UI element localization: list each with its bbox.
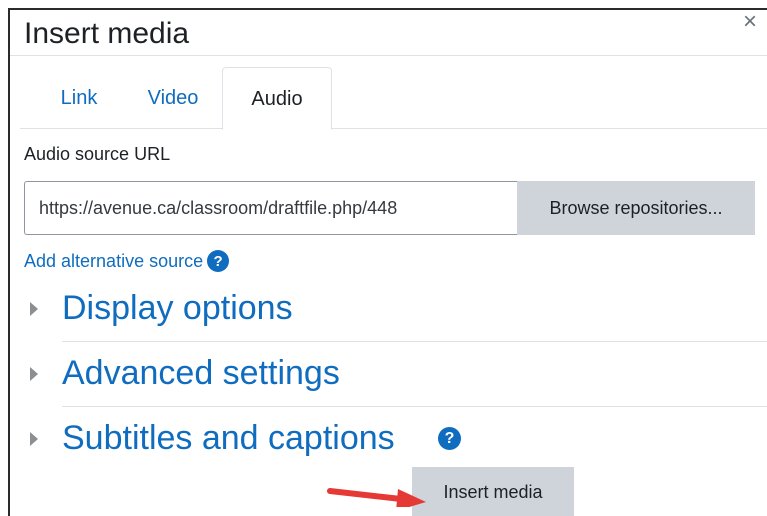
audio-source-url-input[interactable] xyxy=(24,181,518,235)
section-subtitles-and-captions[interactable]: Subtitles and captions ? xyxy=(30,408,767,472)
audio-source-label: Audio source URL xyxy=(24,144,171,164)
close-icon[interactable]: × xyxy=(739,10,761,36)
section-title[interactable]: Advanced settings xyxy=(62,353,340,393)
insert-media-dialog: Insert media × Link Video Audio Audio so… xyxy=(8,8,767,516)
media-type-tabs: Link Video Audio xyxy=(20,67,767,130)
browse-repositories-button[interactable]: Browse repositories... xyxy=(517,181,755,235)
caret-right-icon xyxy=(30,432,38,446)
caret-right-icon xyxy=(30,367,38,381)
add-alternative-source-label: Add alternative source xyxy=(24,250,204,271)
red-arrow-icon xyxy=(327,488,426,507)
question-circle-icon[interactable]: ? xyxy=(207,250,230,272)
section-divider xyxy=(62,406,767,407)
dialog-title: Insert media xyxy=(24,17,190,50)
tab-audio[interactable]: Audio xyxy=(222,67,332,130)
section-divider xyxy=(62,341,767,342)
section-advanced-settings[interactable]: Advanced settings xyxy=(30,343,767,407)
tab-video[interactable]: Video xyxy=(128,67,218,129)
add-alternative-source-link[interactable]: Add alternative source ? xyxy=(24,250,230,272)
dialog-header: Insert media × xyxy=(10,10,767,56)
tab-link[interactable]: Link xyxy=(44,67,114,129)
section-title[interactable]: Subtitles and captions xyxy=(62,418,395,458)
section-title[interactable]: Display options xyxy=(62,288,293,328)
question-circle-icon[interactable]: ? xyxy=(438,427,461,450)
caret-right-icon xyxy=(30,302,38,316)
section-display-options[interactable]: Display options xyxy=(30,278,767,342)
insert-media-button[interactable]: Insert media xyxy=(412,467,574,516)
